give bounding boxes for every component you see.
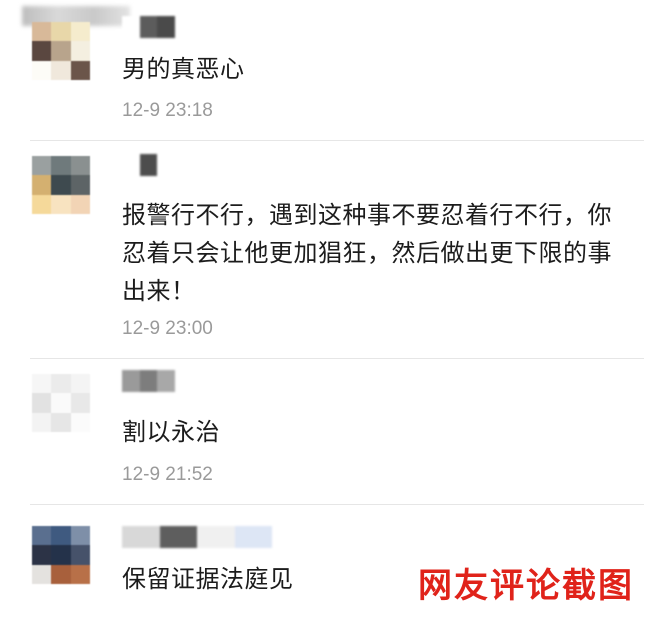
comment-timestamp: 12-9 23:18 xyxy=(122,100,213,121)
user-avatar[interactable] xyxy=(32,22,90,80)
comment-text: 报警行不行，遇到这种事不要忍着行不行，你忍着只会让他更加猖狂，然后做出更下限的事… xyxy=(122,201,612,305)
comment-timestamp: 12-9 21:52 xyxy=(122,464,213,485)
user-avatar[interactable] xyxy=(32,156,90,214)
username-blurred[interactable] xyxy=(122,526,272,548)
comment-text: 男的真恶心 xyxy=(122,55,245,83)
divider xyxy=(30,358,644,359)
comment-timestamp: 12-9 23:00 xyxy=(122,318,213,339)
username-blurred[interactable] xyxy=(122,16,192,38)
user-avatar[interactable] xyxy=(32,526,90,584)
divider xyxy=(30,504,644,505)
comment-text: 割以永治 xyxy=(122,418,220,446)
divider xyxy=(30,140,644,141)
username-blurred[interactable] xyxy=(122,370,192,392)
watermark-label: 网友评论截图 xyxy=(418,566,634,606)
user-avatar[interactable] xyxy=(32,374,90,432)
username-blurred[interactable] xyxy=(122,154,192,176)
